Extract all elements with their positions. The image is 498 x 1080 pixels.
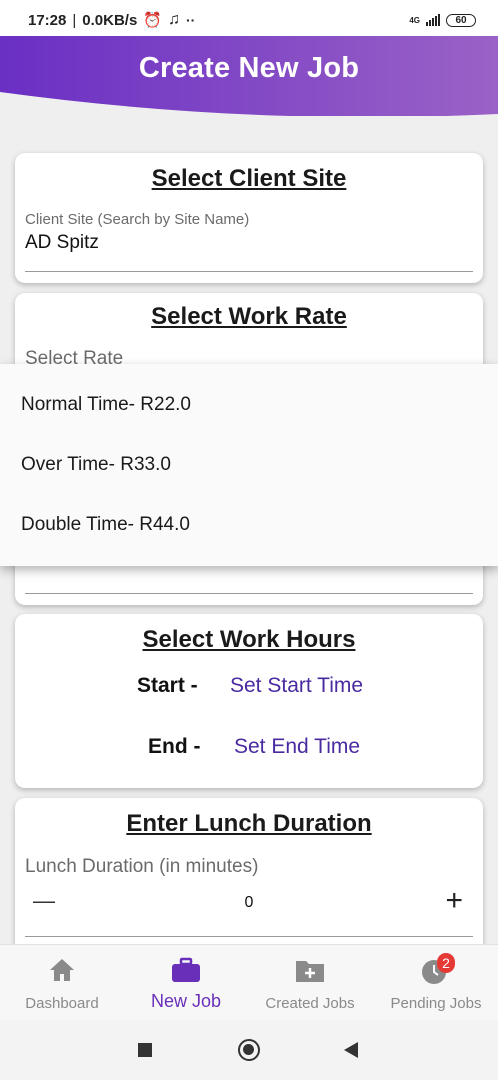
network-type: 4G xyxy=(409,15,420,25)
pending-badge: 2 xyxy=(437,953,455,973)
set-start-time-button[interactable]: Set Start Time xyxy=(230,674,363,698)
work-hours-card: Select Work Hours Start - Set Start Time… xyxy=(15,614,483,788)
work-rate-title: Select Work Rate xyxy=(151,303,347,330)
app-header: Create New Job xyxy=(0,36,498,116)
battery-level: 60 xyxy=(455,14,467,26)
start-label: Start - xyxy=(137,674,198,697)
page-title: Create New Job xyxy=(138,52,360,84)
lunch-card: Enter Lunch Duration Lunch Duration (in … xyxy=(15,798,483,958)
bottom-nav: Dashboard New Job Created Jobs 2 Pending… xyxy=(0,944,498,1020)
client-site-field[interactable]: Client Site (Search by Site Name) AD Spi… xyxy=(25,211,473,271)
status-divider: | xyxy=(72,11,77,29)
work-rate-underline xyxy=(25,593,473,594)
music-icon: ♫ xyxy=(168,11,180,28)
pending-icon: 2 xyxy=(420,953,455,990)
nav-new-job-label: New Job xyxy=(150,991,222,1011)
work-hours-title: Select Work Hours xyxy=(142,626,356,653)
rate-option-overtime[interactable]: Over Time- R33.0 xyxy=(21,454,171,476)
status-speed: 0.0KB/s xyxy=(82,11,138,29)
status-bar: 17:28 | 0.0KB/s ⏰ ♫ ·· 4G 60 xyxy=(0,0,498,40)
battery-icon: 60 xyxy=(446,13,476,27)
rate-option-double[interactable]: Double Time- R44.0 xyxy=(21,514,190,536)
client-site-label: Client Site (Search by Site Name) xyxy=(25,211,250,228)
client-site-value: AD Spitz xyxy=(25,232,99,253)
nav-pending-jobs[interactable]: 2 Pending Jobs xyxy=(374,945,498,1021)
client-site-underline xyxy=(25,271,473,272)
nav-created-jobs-label: Created Jobs xyxy=(265,995,355,1012)
more-dots-icon: ·· xyxy=(186,12,196,28)
home-button[interactable] xyxy=(238,1039,260,1061)
rate-option-normal[interactable]: Normal Time- R22.0 xyxy=(21,394,191,416)
nav-dashboard[interactable]: Dashboard xyxy=(0,945,124,1021)
lunch-title: Enter Lunch Duration xyxy=(126,810,372,837)
end-time-row: End - Set End Time xyxy=(15,735,483,765)
nav-dashboard-label: Dashboard xyxy=(25,995,99,1012)
lunch-label: Lunch Duration (in minutes) xyxy=(25,856,259,877)
client-site-card: Select Client Site Client Site (Search b… xyxy=(15,153,483,283)
folder-plus-icon xyxy=(295,957,325,988)
client-site-title: Select Client Site xyxy=(151,165,347,192)
end-label: End - xyxy=(148,735,201,758)
work-rate-dropdown: Normal Time- R22.0 Over Time- R33.0 Doub… xyxy=(0,364,498,566)
recents-button[interactable] xyxy=(138,1043,152,1057)
status-time: 17:28 xyxy=(28,11,67,29)
set-end-time-button[interactable]: Set End Time xyxy=(234,735,360,759)
briefcase-icon xyxy=(171,957,201,988)
nav-new-job[interactable]: New Job xyxy=(124,945,248,1021)
back-button[interactable] xyxy=(343,1041,359,1064)
home-icon xyxy=(48,957,76,988)
signal-icon xyxy=(426,14,440,26)
lunch-value[interactable]: 0 xyxy=(15,894,483,912)
alarm-icon: ⏰ xyxy=(143,12,162,29)
home-button-dot xyxy=(243,1044,254,1055)
nav-created-jobs[interactable]: Created Jobs xyxy=(248,945,372,1021)
lunch-underline xyxy=(25,936,473,937)
start-time-row: Start - Set Start Time xyxy=(15,674,483,704)
system-nav-bar xyxy=(0,1020,498,1080)
plus-button[interactable]: + xyxy=(445,884,463,918)
nav-pending-jobs-label: Pending Jobs xyxy=(390,995,482,1012)
